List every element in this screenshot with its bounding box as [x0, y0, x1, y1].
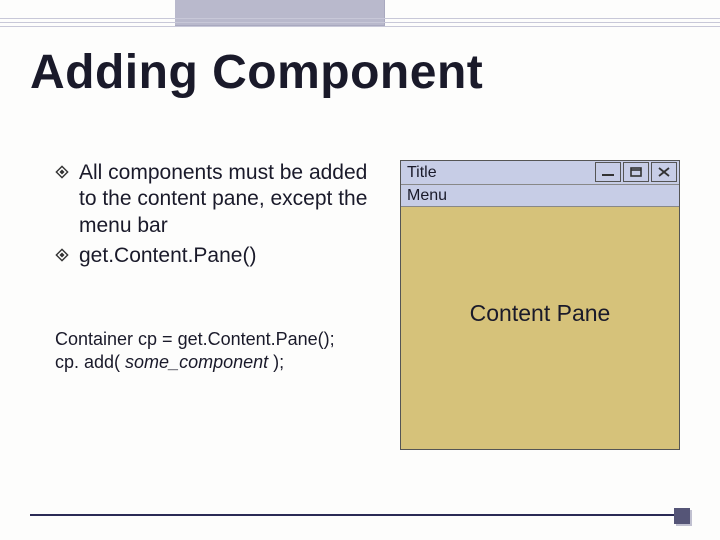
minimize-icon	[599, 165, 617, 179]
code-line: Container cp = get.Content.Pane();	[55, 328, 380, 351]
diamond-icon	[55, 248, 69, 262]
bullet-text: All components must be added to the cont…	[79, 161, 367, 237]
decoration-line	[0, 26, 720, 27]
left-column: All components must be added to the cont…	[55, 160, 380, 480]
code-snippet: Container cp = get.Content.Pane(); cp. a…	[55, 328, 380, 375]
code-line: cp. add( some_component );	[55, 351, 380, 374]
close-button	[651, 162, 677, 182]
maximize-icon	[627, 165, 645, 179]
content-pane-label: Content Pane	[470, 300, 611, 327]
minimize-button	[595, 162, 621, 182]
window-titlebar: Title	[401, 161, 679, 185]
bullet-list: All components must be added to the cont…	[55, 160, 380, 273]
code-text: );	[268, 352, 284, 372]
list-item: All components must be added to the cont…	[55, 160, 380, 239]
right-column: Title	[400, 160, 690, 480]
window-menubar: Menu	[401, 185, 679, 207]
list-item: get.Content.Pane()	[55, 243, 380, 269]
window-diagram: Title	[400, 160, 680, 450]
slide-title: Adding Component	[30, 45, 483, 100]
window-buttons	[595, 162, 677, 182]
window-title-label: Title	[407, 164, 437, 182]
slide-top-decoration	[0, 0, 720, 30]
bullet-text: get.Content.Pane()	[79, 244, 256, 267]
diamond-icon	[55, 165, 69, 179]
decoration-line	[0, 18, 720, 19]
window-menu-label: Menu	[407, 187, 447, 205]
slide-bottom-rule	[30, 514, 690, 516]
close-icon	[655, 165, 673, 179]
decoration-line	[0, 22, 720, 23]
slide-body: All components must be added to the cont…	[55, 160, 690, 480]
code-text: cp. add(	[55, 352, 125, 372]
window-content-pane: Content Pane	[401, 207, 679, 449]
code-identifier: some_component	[125, 352, 268, 372]
slide-corner-decoration	[674, 508, 690, 524]
maximize-button	[623, 162, 649, 182]
